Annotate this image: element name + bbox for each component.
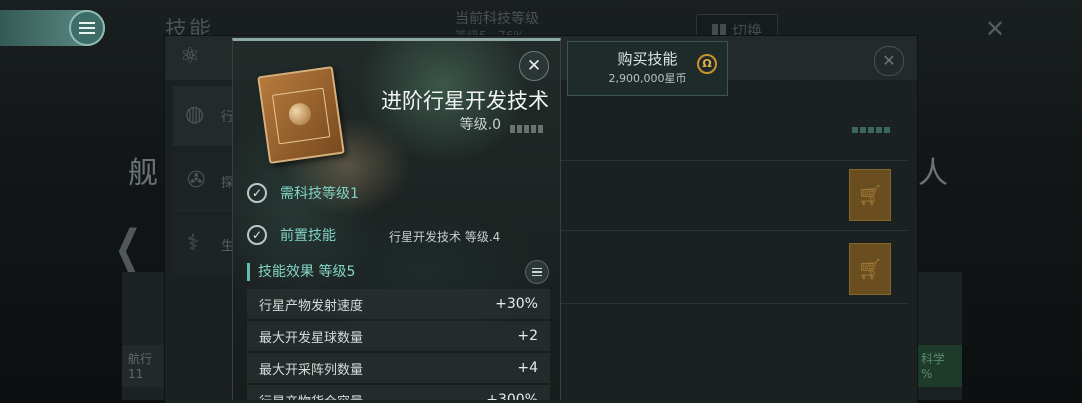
requirement-value: 行星开发技术 等级.4 bbox=[389, 230, 501, 244]
side-item-explore[interactable]: ✇ 探 bbox=[173, 152, 234, 212]
check-icon: ✓ bbox=[247, 183, 267, 203]
effect-name: 行星产物发射速度 bbox=[259, 298, 364, 314]
cart-icon: 🛒︎ bbox=[857, 257, 883, 281]
effect-name: 最大开发星球数量 bbox=[259, 330, 364, 346]
side-item-life[interactable]: ⚕ 生 bbox=[173, 215, 234, 275]
requirement-row: ✓ 前置技能 行星开发技术 等级.4 bbox=[247, 224, 547, 246]
helix-icon: ⚕ bbox=[187, 231, 199, 256]
background-close-icon[interactable]: ✕ bbox=[978, 12, 1012, 46]
requirement-row: ✓ 需科技等级1 bbox=[247, 182, 359, 204]
effect-list-icon[interactable] bbox=[525, 260, 549, 284]
effect-row: 最大开采阵列数量 +4 bbox=[247, 353, 550, 383]
background-tile-science[interactable]: 科学 % bbox=[915, 345, 962, 387]
hamburger-icon bbox=[69, 10, 105, 46]
skill-title: 进阶行星开发技术 bbox=[381, 89, 549, 113]
satellite-icon: ✇ bbox=[187, 168, 206, 193]
side-item-planet[interactable]: ◍ 行 bbox=[173, 86, 234, 146]
requirement-label: 前置技能 bbox=[280, 228, 336, 244]
planet-icon: ◍ bbox=[185, 102, 205, 127]
background-tech-level-label: 当前科技等级 bbox=[455, 11, 539, 27]
effect-row: 行星产物发射速度 +30% bbox=[247, 289, 550, 319]
effect-value: +300% bbox=[486, 392, 538, 400]
background-left-heading: 舰 bbox=[128, 156, 158, 191]
divider bbox=[561, 160, 909, 161]
divider bbox=[561, 303, 909, 304]
effect-value: +4 bbox=[517, 360, 538, 376]
buy-cart-button[interactable]: 🛒︎ bbox=[849, 243, 891, 295]
effect-row: 行星产物货仓容量 +300% bbox=[247, 385, 550, 400]
divider bbox=[561, 230, 909, 231]
cart-icon: 🛒︎ bbox=[857, 183, 883, 207]
omega-currency-icon: Ω bbox=[697, 54, 717, 74]
background-right-heading: 人 bbox=[918, 156, 948, 191]
main-menu-button[interactable] bbox=[0, 10, 105, 46]
skill-level-pips bbox=[510, 118, 545, 137]
effect-name: 行星产物货仓容量 bbox=[259, 391, 363, 401]
skill-level: 等级.0 bbox=[459, 117, 501, 133]
buy-skill-price: 2,900,000星币 bbox=[608, 72, 687, 85]
dna-icon[interactable]: ⚛ bbox=[180, 44, 200, 69]
popup-close-icon[interactable]: ✕ bbox=[519, 51, 549, 81]
effect-name: 最大开采阵列数量 bbox=[259, 362, 364, 378]
effect-value: +2 bbox=[517, 328, 538, 344]
buy-skill-label: 购买技能 bbox=[617, 50, 678, 68]
effect-section-header: 技能效果 等级5 bbox=[247, 263, 355, 281]
effect-value: +30% bbox=[495, 296, 538, 312]
buy-cart-button[interactable]: 🛒︎ bbox=[849, 169, 891, 221]
skill-detail-popup: ✕ 进阶行星开发技术 等级.0 ✓ 需科技等级1 ✓ 前置技能 行星开发技术 等… bbox=[232, 38, 561, 400]
check-icon: ✓ bbox=[247, 225, 267, 245]
requirement-label: 需科技等级1 bbox=[280, 186, 359, 202]
effect-row: 最大开发星球数量 +2 bbox=[247, 321, 550, 351]
skill-list-close-icon[interactable]: ✕ bbox=[874, 46, 904, 76]
previous-arrow-icon[interactable]: ❮ bbox=[114, 220, 142, 276]
switch-icon bbox=[711, 24, 726, 36]
list-level-pips bbox=[852, 118, 892, 137]
